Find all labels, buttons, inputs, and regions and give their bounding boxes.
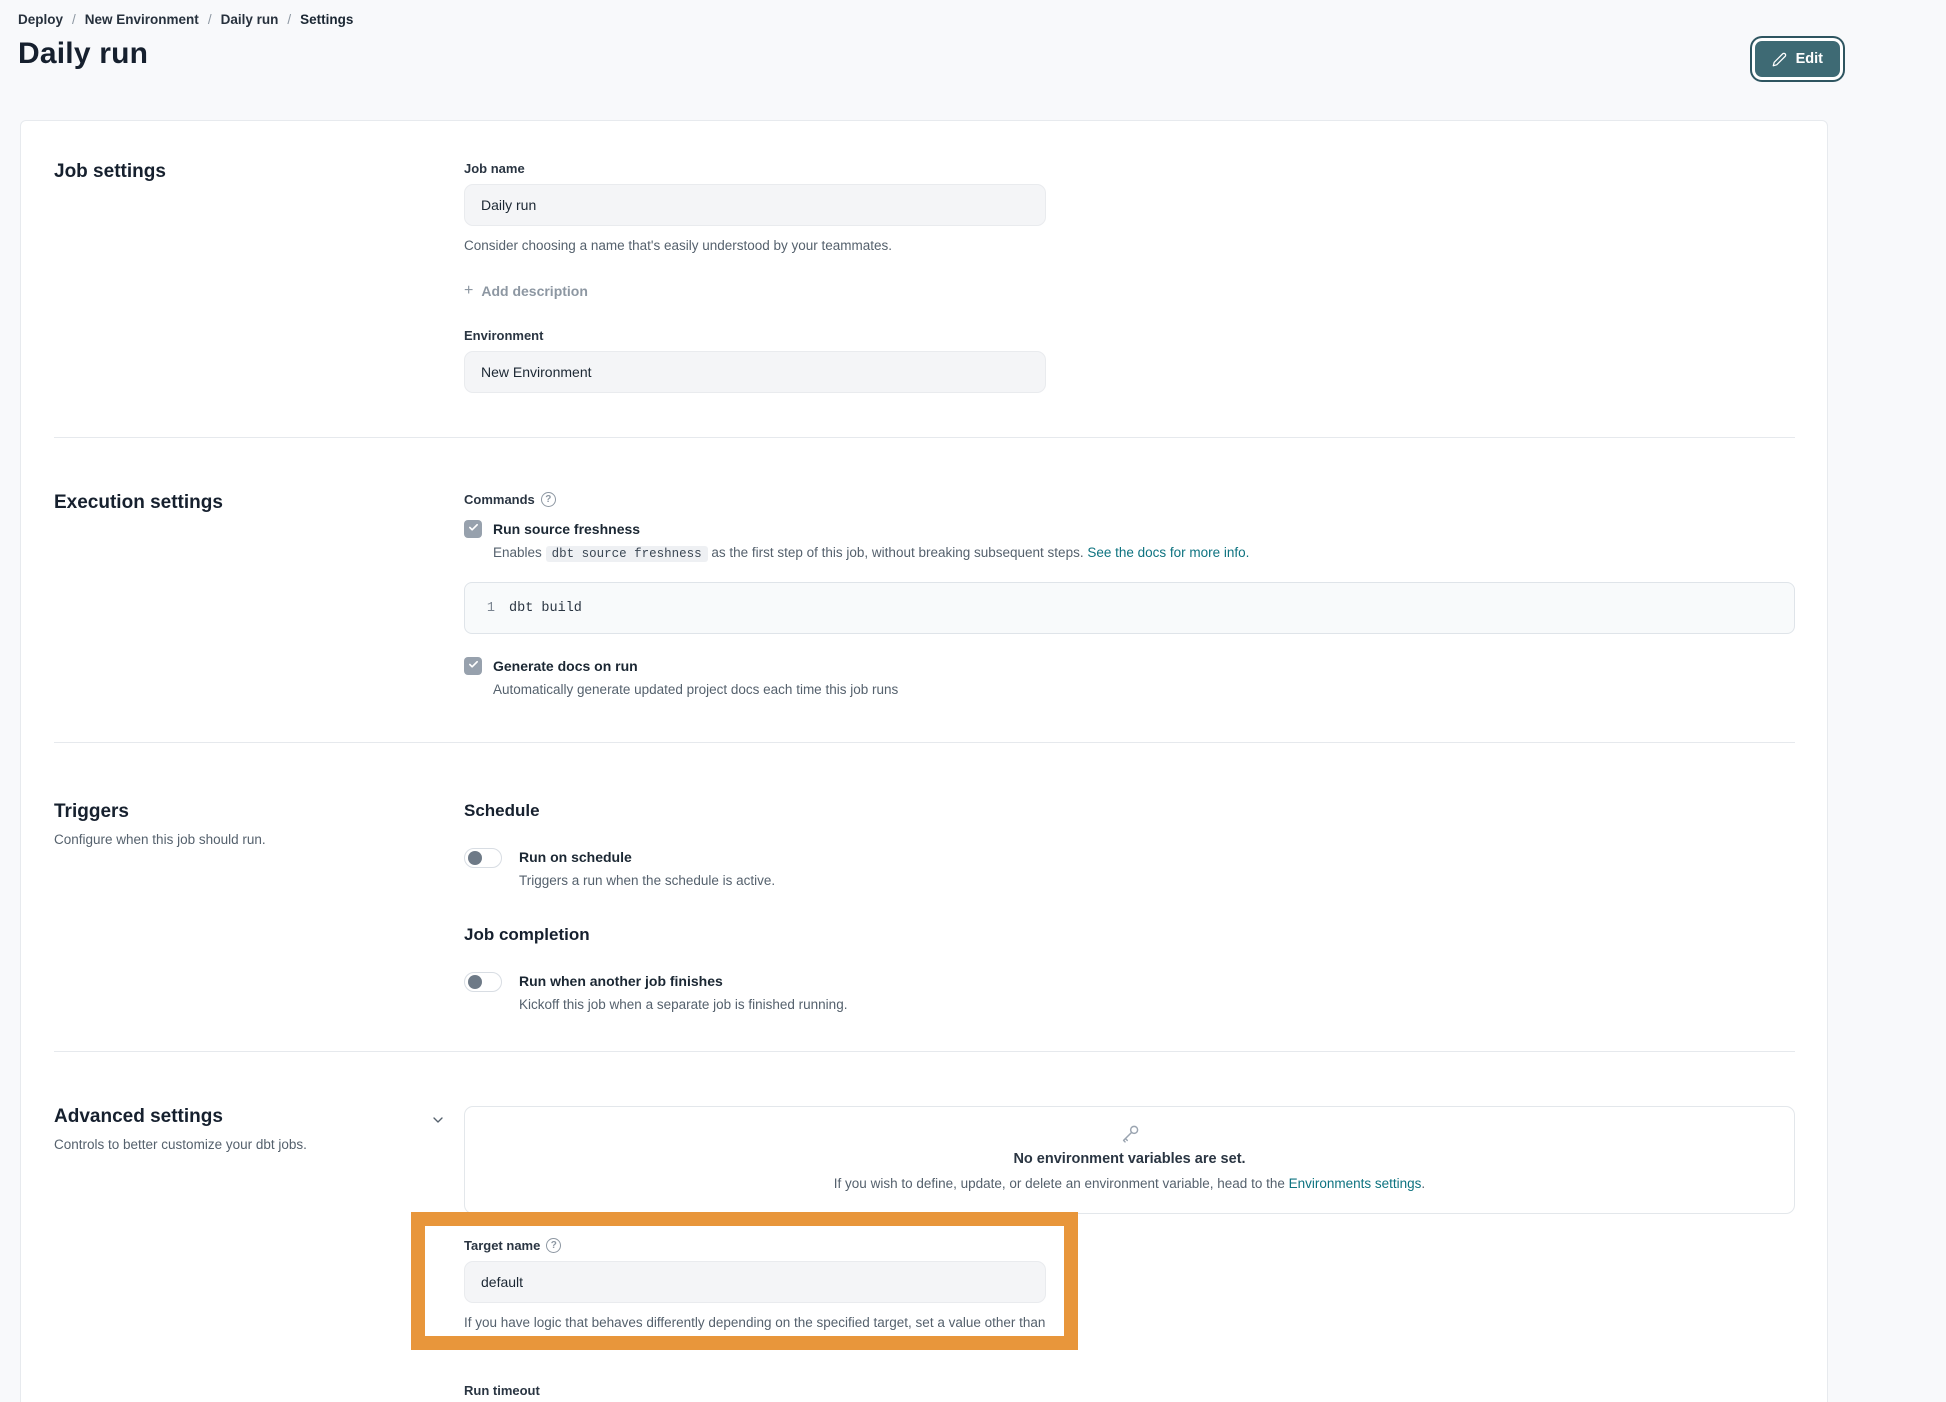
breadcrumb-deploy[interactable]: Deploy [18, 12, 63, 27]
toggle-knob [468, 851, 482, 865]
breadcrumb-job[interactable]: Daily run [221, 12, 279, 27]
commands-help-icon[interactable]: ? [541, 492, 556, 507]
page-header: Daily run Edit [0, 27, 1946, 77]
environment-input[interactable]: New Environment [464, 351, 1046, 393]
run-timeout-label: Run timeout [464, 1383, 1795, 1398]
target-name-group: Target name ? default If you have logic … [464, 1238, 1795, 1353]
run-when-job-finishes-toggle[interactable] [464, 972, 502, 992]
pencil-icon [1772, 52, 1787, 67]
section-execution-settings: Execution settings Commands ? Run source… [54, 438, 1795, 743]
run-on-schedule-toggle[interactable] [464, 848, 502, 868]
generate-docs-row: Generate docs on run Automatically gener… [464, 656, 1795, 700]
execution-settings-heading: Execution settings [54, 492, 464, 514]
chevron-down-icon[interactable] [430, 1112, 446, 1133]
check-icon [468, 520, 479, 538]
breadcrumb-separator: / [208, 12, 212, 27]
job-name-input[interactable]: Daily run [464, 184, 1046, 226]
job-name-help: Consider choosing a name that's easily u… [464, 236, 1046, 256]
schedule-heading: Schedule [464, 801, 1795, 821]
target-name-help: If you have logic that behaves different… [464, 1313, 1046, 1353]
generate-docs-checkbox[interactable] [464, 657, 482, 675]
page-title: Daily run [18, 37, 148, 71]
code-chip: dbt source freshness [546, 546, 708, 562]
job-name-label: Job name [464, 161, 1795, 176]
add-description-label: Add description [481, 283, 588, 299]
target-name-label: Target name [464, 1238, 540, 1253]
edit-button[interactable]: Edit [1755, 41, 1840, 77]
generate-docs-desc: Automatically generate updated project d… [493, 680, 898, 700]
advanced-settings-heading: Advanced settings [54, 1106, 464, 1128]
commands-code-editor[interactable]: 1 dbt build [464, 582, 1795, 634]
settings-card: Job settings Job name Daily run Consider… [20, 120, 1828, 1402]
generate-docs-label: Generate docs on run [493, 656, 898, 676]
run-source-freshness-row: Run source freshness Enables dbt source … [464, 519, 1795, 564]
run-on-schedule-label: Run on schedule [519, 847, 775, 867]
environment-variables-box: No environment variables are set. If you… [464, 1106, 1795, 1214]
target-name-help-icon[interactable]: ? [546, 1238, 561, 1253]
add-description-button[interactable]: + Add description [464, 282, 588, 300]
triggers-heading: Triggers [54, 801, 464, 823]
run-source-freshness-label: Run source freshness [493, 519, 1249, 539]
run-when-job-finishes-label: Run when another job finishes [519, 971, 847, 991]
run-when-job-finishes-row: Run when another job finishes Kickoff th… [464, 971, 1795, 1015]
check-icon [468, 657, 479, 675]
environment-label: Environment [464, 328, 1795, 343]
target-name-input[interactable]: default [464, 1261, 1046, 1303]
code-line-text: dbt build [509, 601, 582, 616]
docs-link[interactable]: See the docs for more info. [1087, 545, 1249, 560]
plus-icon: + [464, 282, 473, 300]
toggle-knob [468, 975, 482, 989]
commands-label: Commands [464, 492, 535, 507]
breadcrumb-settings: Settings [300, 12, 353, 27]
code-line-number: 1 [465, 601, 509, 616]
run-source-freshness-desc: Enables dbt source freshness as the firs… [493, 543, 1249, 564]
run-on-schedule-desc: Triggers a run when the schedule is acti… [519, 871, 775, 891]
advanced-settings-subtitle: Controls to better customize your dbt jo… [54, 1137, 464, 1152]
run-on-schedule-row: Run on schedule Triggers a run when the … [464, 847, 1795, 891]
section-advanced-settings: Advanced settings Controls to better cus… [54, 1052, 1795, 1402]
environments-settings-link[interactable]: Environments settings [1289, 1176, 1422, 1191]
run-when-job-finishes-desc: Kickoff this job when a separate job is … [519, 995, 847, 1015]
job-settings-heading: Job settings [54, 161, 464, 183]
job-completion-heading: Job completion [464, 925, 1795, 945]
edit-button-label: Edit [1796, 51, 1823, 67]
breadcrumb-environment[interactable]: New Environment [85, 12, 199, 27]
breadcrumb-separator: / [72, 12, 76, 27]
breadcrumb-separator: / [287, 12, 291, 27]
section-triggers: Triggers Configure when this job should … [54, 743, 1795, 1052]
section-job-settings: Job settings Job name Daily run Consider… [54, 121, 1795, 438]
triggers-subtitle: Configure when this job should run. [54, 832, 464, 847]
breadcrumb: Deploy / New Environment / Daily run / S… [0, 0, 1946, 27]
run-timeout-group: Run timeout Never Maximum number of seco… [464, 1383, 1795, 1402]
envvar-empty-title: No environment variables are set. [485, 1151, 1774, 1167]
key-icon [485, 1123, 1774, 1145]
run-source-freshness-checkbox[interactable] [464, 520, 482, 538]
envvar-empty-desc: If you wish to define, update, or delete… [485, 1174, 1774, 1193]
